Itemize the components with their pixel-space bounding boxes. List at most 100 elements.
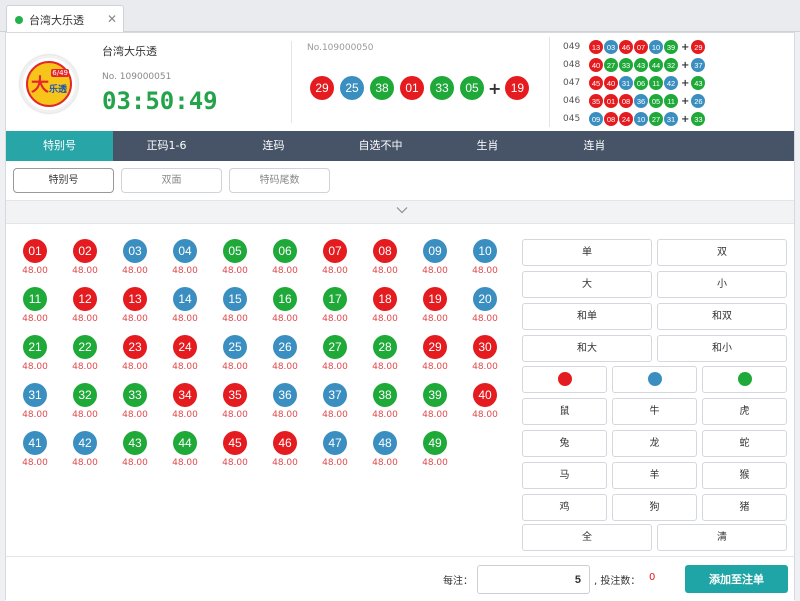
quick-2-a[interactable]: 和单 — [522, 303, 652, 330]
number-ball[interactable]: 29 — [423, 335, 447, 359]
number-ball[interactable]: 44 — [173, 431, 197, 455]
number-ball[interactable]: 01 — [23, 239, 47, 263]
number-ball[interactable]: 23 — [123, 335, 147, 359]
number-cell[interactable]: 01 48.00 — [20, 239, 50, 276]
zodiac-button[interactable]: 马 — [522, 462, 607, 489]
number-ball[interactable]: 40 — [473, 383, 497, 407]
quick-1-a[interactable]: 大 — [522, 271, 652, 298]
number-cell[interactable]: 05 48.00 — [220, 239, 250, 276]
number-cell[interactable]: 08 48.00 — [370, 239, 400, 276]
number-ball[interactable]: 08 — [373, 239, 397, 263]
number-cell[interactable]: 20 48.00 — [470, 287, 500, 324]
number-ball[interactable]: 35 — [223, 383, 247, 407]
number-ball[interactable]: 18 — [373, 287, 397, 311]
number-ball[interactable]: 49 — [423, 431, 447, 455]
number-ball[interactable]: 38 — [373, 383, 397, 407]
number-ball[interactable]: 30 — [473, 335, 497, 359]
number-cell[interactable]: 03 48.00 — [120, 239, 150, 276]
clear-button[interactable]: 清 — [657, 524, 787, 551]
number-ball[interactable]: 26 — [273, 335, 297, 359]
number-cell[interactable]: 07 48.00 — [320, 239, 350, 276]
number-ball[interactable]: 46 — [273, 431, 297, 455]
zodiac-button[interactable]: 鸡 — [522, 494, 607, 521]
number-ball[interactable]: 34 — [173, 383, 197, 407]
number-ball[interactable]: 42 — [73, 431, 97, 455]
number-cell[interactable]: 22 48.00 — [70, 335, 100, 372]
number-cell[interactable]: 11 48.00 — [20, 287, 50, 324]
number-ball[interactable]: 41 — [23, 431, 47, 455]
number-ball[interactable]: 45 — [223, 431, 247, 455]
zodiac-button[interactable]: 羊 — [612, 462, 697, 489]
number-ball[interactable]: 31 — [23, 383, 47, 407]
number-cell[interactable]: 38 48.00 — [370, 383, 400, 420]
number-cell[interactable]: 26 48.00 — [270, 335, 300, 372]
number-ball[interactable]: 07 — [323, 239, 347, 263]
number-ball[interactable]: 24 — [173, 335, 197, 359]
nav-tab-1[interactable]: 正码1-6 — [113, 131, 220, 161]
number-cell[interactable]: 17 48.00 — [320, 287, 350, 324]
nav-tab-2[interactable]: 连码 — [220, 131, 327, 161]
number-ball[interactable]: 17 — [323, 287, 347, 311]
number-ball[interactable]: 33 — [123, 383, 147, 407]
zodiac-button[interactable]: 龙 — [612, 430, 697, 457]
number-ball[interactable]: 39 — [423, 383, 447, 407]
number-ball[interactable]: 27 — [323, 335, 347, 359]
quick-0-b[interactable]: 双 — [657, 239, 787, 266]
close-icon[interactable]: ✕ — [107, 12, 117, 26]
nav-tab-0[interactable]: 特别号 — [6, 131, 113, 161]
number-cell[interactable]: 29 48.00 — [420, 335, 450, 372]
per-bet-input[interactable] — [477, 565, 590, 594]
quick-3-a[interactable]: 和大 — [522, 335, 652, 362]
number-ball[interactable]: 06 — [273, 239, 297, 263]
number-ball[interactable]: 11 — [23, 287, 47, 311]
number-cell[interactable]: 13 48.00 — [120, 287, 150, 324]
number-cell[interactable]: 49 48.00 — [420, 431, 450, 468]
number-cell[interactable]: 33 48.00 — [120, 383, 150, 420]
color-green-button[interactable] — [702, 366, 787, 393]
color-red-button[interactable] — [522, 366, 607, 393]
quick-0-a[interactable]: 单 — [522, 239, 652, 266]
number-cell[interactable]: 16 48.00 — [270, 287, 300, 324]
number-ball[interactable]: 19 — [423, 287, 447, 311]
zodiac-button[interactable]: 鼠 — [522, 398, 607, 425]
number-cell[interactable]: 02 48.00 — [70, 239, 100, 276]
number-cell[interactable]: 47 48.00 — [320, 431, 350, 468]
nav-tab-4[interactable]: 生肖 — [434, 131, 541, 161]
zodiac-button[interactable]: 牛 — [612, 398, 697, 425]
number-cell[interactable]: 23 48.00 — [120, 335, 150, 372]
number-ball[interactable]: 48 — [373, 431, 397, 455]
number-ball[interactable]: 37 — [323, 383, 347, 407]
color-blue-button[interactable] — [612, 366, 697, 393]
quick-1-b[interactable]: 小 — [657, 271, 787, 298]
number-ball[interactable]: 25 — [223, 335, 247, 359]
number-cell[interactable]: 12 48.00 — [70, 287, 100, 324]
number-ball[interactable]: 10 — [473, 239, 497, 263]
number-cell[interactable]: 24 48.00 — [170, 335, 200, 372]
zodiac-button[interactable]: 兔 — [522, 430, 607, 457]
number-cell[interactable]: 44 48.00 — [170, 431, 200, 468]
number-ball[interactable]: 43 — [123, 431, 147, 455]
zodiac-button[interactable]: 蛇 — [702, 430, 787, 457]
collapse-bar[interactable] — [6, 201, 794, 224]
number-ball[interactable]: 20 — [473, 287, 497, 311]
number-cell[interactable]: 43 48.00 — [120, 431, 150, 468]
number-ball[interactable]: 47 — [323, 431, 347, 455]
number-cell[interactable]: 21 48.00 — [20, 335, 50, 372]
zodiac-button[interactable]: 猴 — [702, 462, 787, 489]
number-cell[interactable]: 35 48.00 — [220, 383, 250, 420]
zodiac-button[interactable]: 狗 — [612, 494, 697, 521]
zodiac-button[interactable]: 猪 — [702, 494, 787, 521]
quick-2-b[interactable]: 和双 — [657, 303, 787, 330]
subtab-2[interactable]: 特码尾数 — [229, 168, 330, 193]
tab-taiwan-lotto[interactable]: 台湾大乐透 ✕ — [6, 5, 124, 33]
number-ball[interactable]: 28 — [373, 335, 397, 359]
number-cell[interactable]: 48 48.00 — [370, 431, 400, 468]
number-ball[interactable]: 32 — [73, 383, 97, 407]
number-cell[interactable]: 18 48.00 — [370, 287, 400, 324]
number-ball[interactable]: 09 — [423, 239, 447, 263]
zodiac-button[interactable]: 虎 — [702, 398, 787, 425]
number-cell[interactable]: 28 48.00 — [370, 335, 400, 372]
number-cell[interactable]: 31 48.00 — [20, 383, 50, 420]
number-cell[interactable]: 09 48.00 — [420, 239, 450, 276]
number-ball[interactable]: 21 — [23, 335, 47, 359]
